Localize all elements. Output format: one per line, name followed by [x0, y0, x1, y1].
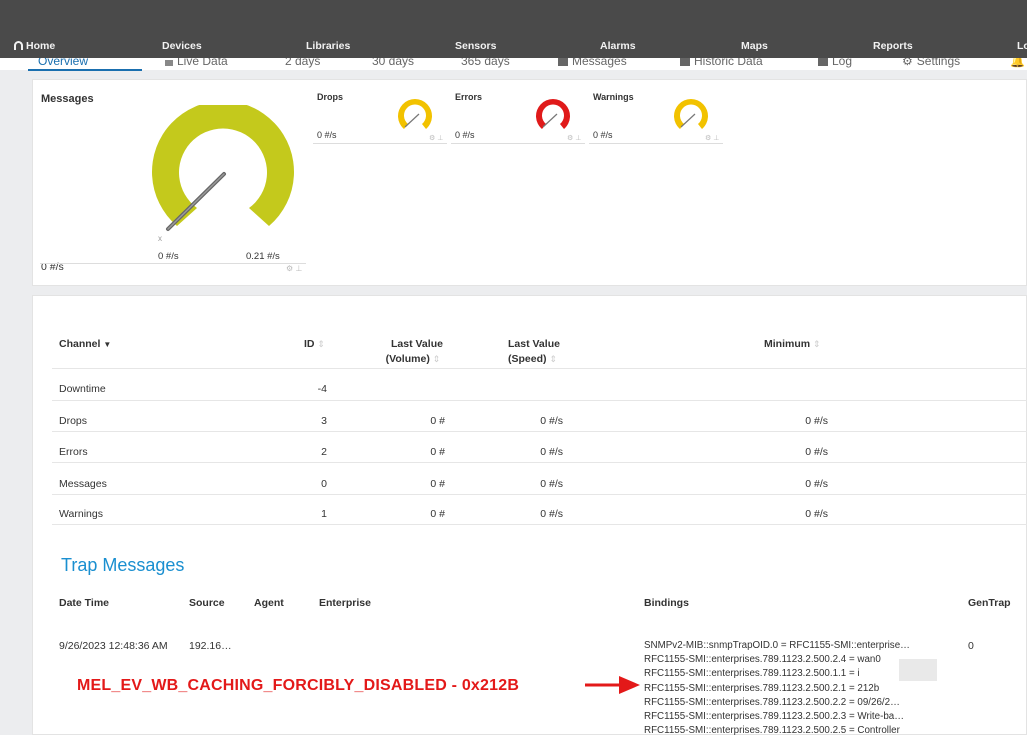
errors-gauge: Errors 0 #/s ⚙ ⊥	[451, 90, 585, 145]
drops-gauge-dial	[398, 99, 432, 129]
binding-line: RFC1155-SMI::enterprises.789.1123.2.500.…	[644, 697, 900, 708]
cell-channel: Errors	[59, 446, 88, 458]
errors-gauge-dial	[536, 99, 570, 129]
home-icon	[14, 41, 23, 50]
col-channel[interactable]: Channel ▼	[59, 337, 111, 352]
top-bar: Home Devices Libraries Sensors Alarms Ma…	[0, 0, 1027, 58]
binding-line: RFC1155-SMI::enterprises.789.1123.2.500.…	[644, 654, 881, 665]
cell-channel: Drops	[59, 415, 88, 427]
cell-id: 0	[321, 478, 327, 490]
nav-libraries[interactable]: Libraries	[306, 40, 350, 52]
messages-gauge: x	[152, 105, 294, 243]
main-nav: Home Devices Libraries Sensors Alarms Ma…	[0, 38, 1027, 56]
cell-speed: 0 #/s	[540, 508, 563, 520]
cell-minimum: 0 #/s	[805, 446, 828, 458]
nav-reports[interactable]: Reports	[873, 40, 913, 52]
binding-line: RFC1155-SMI::enterprises.789.1123.2.500.…	[644, 668, 860, 679]
col-bindings[interactable]: Bindings	[644, 597, 689, 609]
cell-channel: Warnings	[59, 508, 103, 520]
col-date-time[interactable]: Date Time	[59, 597, 109, 609]
cell-id: 1	[321, 508, 327, 520]
col-enterprise[interactable]: Enterprise	[319, 597, 371, 609]
binding-line: RFC1155-SMI::enterprises.789.1123.2.500.…	[644, 725, 900, 735]
binding-line: RFC1155-SMI::enterprises.789.1123.2.500.…	[644, 711, 905, 722]
trap-source: 192.16…	[189, 640, 232, 652]
col-last-volume[interactable]: Last Value (Volume) ⇕	[383, 337, 443, 367]
col-agent[interactable]: Agent	[254, 597, 284, 609]
col-gentrap[interactable]: GenTrap	[968, 597, 1011, 609]
main-gauge-title: Messages	[41, 93, 94, 105]
svg-text:x: x	[158, 234, 162, 243]
historic-data-icon	[680, 58, 690, 66]
drops-gauge-settings-icon[interactable]: ⚙ ⊥	[429, 134, 443, 142]
col-minimum[interactable]: Minimum ⇕	[764, 337, 821, 352]
drops-gauge-value: 0 #/s	[317, 130, 337, 140]
messages-gauge-arc	[152, 105, 294, 226]
drops-gauge-label: Drops	[317, 92, 344, 102]
cell-volume: 0 #	[430, 446, 445, 458]
errors-gauge-value: 0 #/s	[455, 130, 475, 140]
nav-devices[interactable]: Devices	[162, 40, 202, 52]
nav-home[interactable]: Home	[14, 40, 55, 52]
binding-line: RFC1155-SMI::enterprises.789.1123.2.500.…	[644, 683, 880, 694]
warnings-gauge-dial	[674, 99, 708, 129]
cell-minimum: 0 #/s	[805, 508, 828, 520]
cell-minimum: 0 #/s	[805, 478, 828, 490]
errors-gauge-label: Errors	[455, 92, 483, 102]
annotation-arrow	[585, 676, 640, 694]
cell-minimum: 0 #/s	[805, 415, 828, 427]
errors-gauge-settings-icon[interactable]: ⚙ ⊥	[567, 134, 581, 142]
sort-down-icon: ▼	[103, 340, 112, 349]
warnings-gauge-settings-icon[interactable]: ⚙ ⊥	[705, 134, 719, 142]
cell-speed: 0 #/s	[540, 415, 563, 427]
gauges-panel: Messages x 0 #/s 0.21 #/s 0 #/s ⚙ ⊥ Drop…	[32, 79, 1027, 286]
log-icon	[818, 58, 828, 66]
cell-channel: Downtime	[59, 383, 106, 395]
col-source[interactable]: Source	[189, 597, 225, 609]
cell-speed: 0 #/s	[540, 446, 563, 458]
trap-messages-title: Trap Messages	[61, 555, 185, 575]
gauge-settings-icon[interactable]: ⚙ ⊥	[286, 264, 302, 273]
drops-gauge: Drops 0 #/s ⚙ ⊥	[313, 90, 447, 145]
nav-sensors[interactable]: Sensors	[455, 40, 496, 52]
messages-icon	[558, 58, 568, 66]
sort-icon: ⇕	[549, 354, 557, 364]
messages-gauge-max: 0.21 #/s	[246, 251, 280, 262]
warnings-gauge-label: Warnings	[593, 92, 634, 102]
cell-speed: 0 #/s	[540, 478, 563, 490]
cell-id: -4	[317, 383, 327, 395]
warnings-gauge-value: 0 #/s	[593, 130, 613, 140]
live-data-icon	[165, 60, 173, 66]
cell-volume: 0 #	[430, 415, 445, 427]
nav-maps[interactable]: Maps	[741, 40, 768, 52]
redacted-value	[899, 659, 937, 681]
cell-volume: 0 #	[430, 478, 445, 490]
sort-icon: ⇕	[317, 339, 325, 349]
nav-logs[interactable]: Lo	[1017, 40, 1027, 52]
nav-alarms[interactable]: Alarms	[600, 40, 636, 52]
messages-gauge-min: 0 #/s	[158, 251, 179, 262]
trap-datetime: 9/26/2023 12:48:36 AM	[59, 640, 168, 652]
cell-id: 2	[321, 446, 327, 458]
warnings-gauge: Warnings 0 #/s ⚙ ⊥	[589, 90, 723, 145]
binding-line: SNMPv2-MIB::snmpTrapOID.0 = RFC1155-SMI:…	[644, 640, 910, 651]
messages-gauge-divider	[40, 263, 306, 264]
col-id[interactable]: ID ⇕	[304, 337, 325, 352]
sort-icon: ⇕	[432, 354, 441, 364]
channels-panel: Channel ▼ ID ⇕ Last Value (Volume) ⇕ Last…	[32, 295, 1027, 735]
col-last-speed[interactable]: Last Value (Speed) ⇕	[508, 337, 560, 367]
annotation-label: MEL_EV_WB_CACHING_FORCIBLY_DISABLED - 0x…	[77, 677, 520, 694]
trap-gentrap: 0	[968, 640, 974, 652]
sort-icon: ⇕	[813, 339, 821, 349]
cell-volume: 0 #	[430, 508, 445, 520]
cell-channel: Messages	[59, 478, 107, 490]
cell-id: 3	[321, 415, 327, 427]
